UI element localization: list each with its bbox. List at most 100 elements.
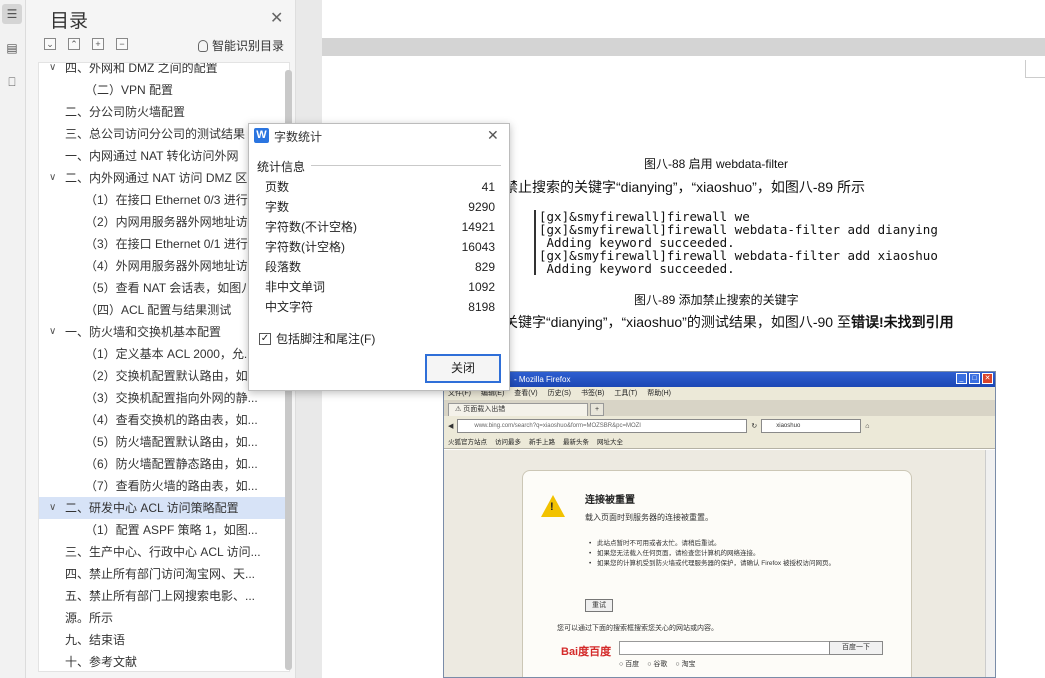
dialog-close-icon[interactable]: ✕ bbox=[487, 127, 499, 144]
ff-menu-item: 查看(V) bbox=[514, 390, 538, 397]
ff-minimize-icon: _ bbox=[956, 373, 967, 384]
remove-heading-icon[interactable]: − bbox=[116, 38, 128, 50]
baidu-search-button: 百度一下 bbox=[829, 641, 883, 655]
toc-panel-icon[interactable]: ☰ bbox=[2, 4, 22, 24]
toc-item-label: 十、参考文献 bbox=[65, 655, 138, 669]
dialog-titlebar[interactable]: W 字数统计 ✕ bbox=[249, 124, 509, 148]
stat-value: 14921 bbox=[461, 220, 495, 234]
toc-close-icon[interactable]: ✕ bbox=[270, 8, 283, 28]
left-rail: ☰ ▤ ⎕ bbox=[0, 0, 26, 678]
ff-scrollbar bbox=[985, 450, 995, 677]
ff-error-bullet: 如果您的计算机受到防火墙或代理服务器的保护，请确认 Firefox 被授权访问网… bbox=[589, 559, 869, 569]
ff-reload-icon: ↻ bbox=[751, 423, 758, 430]
margin-corner-mark bbox=[1025, 60, 1045, 78]
stat-row: 字符数(计空格) 16043 bbox=[265, 237, 495, 257]
checkbox-box[interactable]: ✓ bbox=[259, 332, 271, 345]
toc-item-label: 三、总公司访问分公司的测试结果 bbox=[65, 127, 246, 141]
toc-item[interactable]: 二、分公司防火墙配置 bbox=[39, 101, 285, 123]
toc-item[interactable]: （4）查看交换机的路由表，如... bbox=[39, 409, 285, 431]
toc-item-label: 源。所示 bbox=[65, 611, 114, 625]
toc-item[interactable]: 四、禁止所有部门访问淘宝网、天... bbox=[39, 563, 285, 585]
ff-maximize-icon: □ bbox=[969, 373, 980, 384]
baidu-option: ○ 淘宝 bbox=[675, 659, 695, 669]
baidu-option-label: 百度 bbox=[625, 661, 640, 668]
ff-bookmark: 最新头条 bbox=[563, 439, 589, 446]
toc-item[interactable]: 五、禁止所有部门上网搜索电影、... bbox=[39, 585, 285, 607]
toc-item-label: （5）防火墙配置默认路由，如... bbox=[85, 435, 258, 449]
toc-item-label: 一、防火墙和交换机基本配置 bbox=[65, 325, 222, 339]
toc-item[interactable]: ∨ 二、研发中心 ACL 访问策略配置 bbox=[39, 497, 285, 519]
close-button[interactable]: 关闭 bbox=[425, 354, 501, 383]
stat-row: 段落数 829 bbox=[265, 257, 495, 277]
expand-caret-icon[interactable]: ∨ bbox=[49, 63, 56, 79]
toc-item-label: （二）VPN 配置 bbox=[85, 83, 174, 97]
include-footnotes-checkbox[interactable]: ✓ 包括脚注和尾注(F) bbox=[259, 330, 375, 347]
collapse-all-icon[interactable]: ⌄ bbox=[44, 38, 56, 50]
ff-home-icon: ⌂ bbox=[865, 422, 870, 430]
ff-navbar: ◀ www.bing.com/search?q=xiaoshuo&form=MO… bbox=[444, 416, 995, 436]
expand-caret-icon[interactable]: ∨ bbox=[49, 321, 56, 343]
toc-item-label: （6）防火墙配置静态路由，如... bbox=[85, 457, 258, 471]
code-line: Adding keyword succeeded. bbox=[539, 261, 735, 276]
stat-value: 16043 bbox=[461, 240, 495, 254]
baidu-search-input bbox=[619, 641, 831, 655]
ff-search-bar: xiaoshuo bbox=[761, 419, 862, 433]
expand-caret-icon[interactable]: ∨ bbox=[49, 167, 56, 189]
expand-caret-icon[interactable]: ∨ bbox=[49, 497, 56, 519]
wps-logo-icon: W bbox=[254, 128, 269, 143]
add-heading-icon[interactable]: + bbox=[92, 38, 104, 50]
list-panel-icon[interactable]: ▤ bbox=[2, 38, 22, 58]
body-text-line-2-main: 关键字“dianying”，“xiaoshuo”的测试结果，如图八-90 至 bbox=[504, 314, 851, 330]
stat-row: 字数 9290 bbox=[265, 197, 495, 217]
ff-window-buttons: _ □ ✕ bbox=[956, 373, 993, 384]
ff-menu-item: 书签(B) bbox=[580, 390, 605, 397]
stat-label: 字符数(不计空格) bbox=[265, 220, 357, 234]
toc-item[interactable]: （6）防火墙配置静态路由，如... bbox=[39, 453, 285, 475]
ff-bookmark: 网址大全 bbox=[597, 439, 623, 446]
ff-tab: ⚠ 页面载入出错 bbox=[448, 403, 588, 416]
ff-error-subtitle: 载入页面时到服务器的连接被重置。 bbox=[585, 513, 713, 522]
ff-error-title: 连接被重置 bbox=[585, 495, 635, 506]
toc-item-label: 二、研发中心 ACL 访问策略配置 bbox=[65, 501, 239, 515]
figure-caption-89: 图八-89 添加禁止搜索的关键字 bbox=[634, 293, 799, 307]
stat-value: 41 bbox=[481, 180, 495, 194]
toc-item[interactable]: （5）防火墙配置默认路由，如... bbox=[39, 431, 285, 453]
toc-item[interactable]: ∨ 四、外网和 DMZ 之间的配置 bbox=[39, 62, 285, 79]
expand-all-icon[interactable]: ⌃ bbox=[68, 38, 80, 50]
toc-item[interactable]: 十、参考文献 bbox=[39, 651, 285, 671]
ff-tab-label: 页面载入出错 bbox=[463, 406, 506, 413]
baidu-option: ○ 百度 bbox=[619, 659, 639, 669]
toc-item-label: （1）配置 ASPF 策略 1，如图... bbox=[85, 523, 258, 537]
bookmark-panel-icon[interactable]: ⎕ bbox=[2, 72, 22, 92]
firefox-screenshot: - Mozilla Firefox _ □ ✕ 文件(F) 编辑(E) 查看(V) 历… bbox=[443, 371, 996, 678]
ff-menu-item: 帮助(H) bbox=[647, 390, 671, 397]
toc-item-label: （3）交换机配置指向外网的静... bbox=[85, 391, 258, 405]
stat-row: 字符数(不计空格) 14921 bbox=[265, 217, 495, 237]
body-text-line-2: 关键字“dianying”，“xiaoshuo”的测试结果，如图八-90 至错误… bbox=[504, 312, 954, 332]
ff-bookmark: 访问最多 bbox=[495, 439, 521, 446]
toc-item[interactable]: （二）VPN 配置 bbox=[39, 79, 285, 101]
figure-caption-88: 图八-88 启用 webdata-filter bbox=[644, 157, 789, 171]
body-text-line-1: 禁止搜索的关键字“dianying”，“xiaoshuo”，如图八-89 所示 bbox=[504, 179, 865, 195]
ff-bookmarks-bar: 火狐官方站点 访问最多 新手上路 最新头条 网址大全 bbox=[444, 436, 995, 449]
toc-item[interactable]: 九、结束语 bbox=[39, 629, 285, 651]
warning-mark: ! bbox=[550, 501, 554, 513]
lightbulb-icon bbox=[198, 39, 208, 52]
baidu-logo: Bai度百度 bbox=[561, 646, 612, 658]
stat-row: 中文字符 8198 bbox=[265, 297, 495, 317]
toc-item-label: 四、外网和 DMZ 之间的配置 bbox=[65, 62, 218, 75]
toc-item-label: 一、内网通过 NAT 转化访问外网 bbox=[65, 149, 239, 163]
toc-item-label: 四、禁止所有部门访问淘宝网、天... bbox=[65, 567, 256, 581]
dialog-title: 字数统计 bbox=[274, 130, 323, 144]
toc-item-label: （1）定义基本 ACL 2000，允... bbox=[85, 347, 254, 361]
toc-item-label: 五、禁止所有部门上网搜索电影、... bbox=[65, 589, 256, 603]
ff-content: ! 连接被重置 载入页面时到服务器的连接被重置。 此站点暂时不可用或者太忙。请稍… bbox=[444, 450, 995, 677]
toc-item[interactable]: （1）配置 ASPF 策略 1，如图... bbox=[39, 519, 285, 541]
toc-item-label: （3）在接口 Ethernet 0/1 进行 bbox=[85, 237, 248, 251]
toc-item[interactable]: 源。所示 bbox=[39, 607, 285, 629]
toc-item[interactable]: 三、生产中心、行政中心 ACL 访问... bbox=[39, 541, 285, 563]
stat-label: 段落数 bbox=[265, 260, 302, 274]
toc-item[interactable]: （7）查看防火墙的路由表，如... bbox=[39, 475, 285, 497]
stat-value: 829 bbox=[474, 260, 495, 274]
smart-toc-button[interactable]: 智能识别目录 bbox=[198, 37, 284, 54]
